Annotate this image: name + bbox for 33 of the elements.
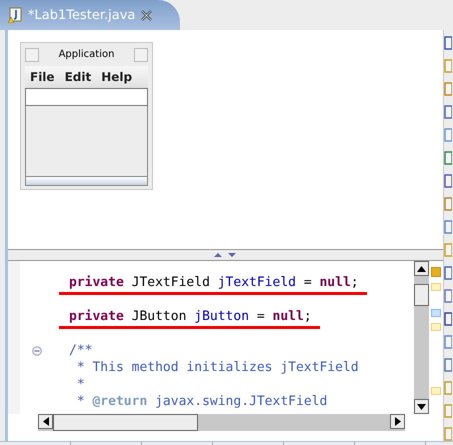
scroll-thumb[interactable]	[53, 414, 198, 431]
warning-marker[interactable]	[431, 267, 441, 277]
right-arrow-icon[interactable]	[394, 417, 400, 426]
window-title: Application	[58, 49, 116, 60]
splitter-arrows-icon[interactable]	[212, 252, 238, 258]
maximize-icon	[134, 48, 148, 62]
code-line: private JTextField jTextField = null;	[59, 275, 367, 295]
occurrence-marker[interactable]	[431, 309, 441, 317]
occurrence-marker[interactable]	[431, 323, 441, 331]
menu-item[interactable]: File	[30, 70, 55, 84]
tab-title: *Lab1Tester.java	[28, 8, 136, 22]
text-field[interactable]	[25, 88, 148, 106]
menu-item[interactable]: Edit	[64, 70, 92, 84]
down-arrow-icon[interactable]	[417, 404, 426, 410]
button-preview[interactable]	[25, 176, 148, 186]
window-preview[interactable]: Application File Edit Help	[20, 42, 153, 190]
code-line: /**	[69, 343, 92, 358]
horizontal-scrollbar[interactable]	[38, 414, 405, 431]
minimize-icon	[25, 48, 39, 62]
occurrence-marker[interactable]	[431, 283, 441, 291]
code-line: private JButton jButton = null;	[59, 309, 320, 329]
left-arrow-icon[interactable]	[42, 417, 48, 426]
close-icon[interactable]	[141, 10, 152, 20]
code-line: * @return javax.swing.JTextField	[76, 394, 328, 409]
fold-icon[interactable]	[32, 346, 42, 356]
scroll-thumb[interactable]	[414, 284, 429, 306]
occurrence-marker[interactable]	[431, 387, 441, 395]
menu-item[interactable]: Help	[101, 70, 132, 84]
code-line: * This method initializes jTextField	[76, 360, 359, 375]
code-line: *	[76, 377, 85, 392]
vertical-scrollbar[interactable]	[414, 261, 429, 414]
java-file-icon	[8, 7, 22, 23]
up-arrow-icon[interactable]	[417, 266, 426, 272]
